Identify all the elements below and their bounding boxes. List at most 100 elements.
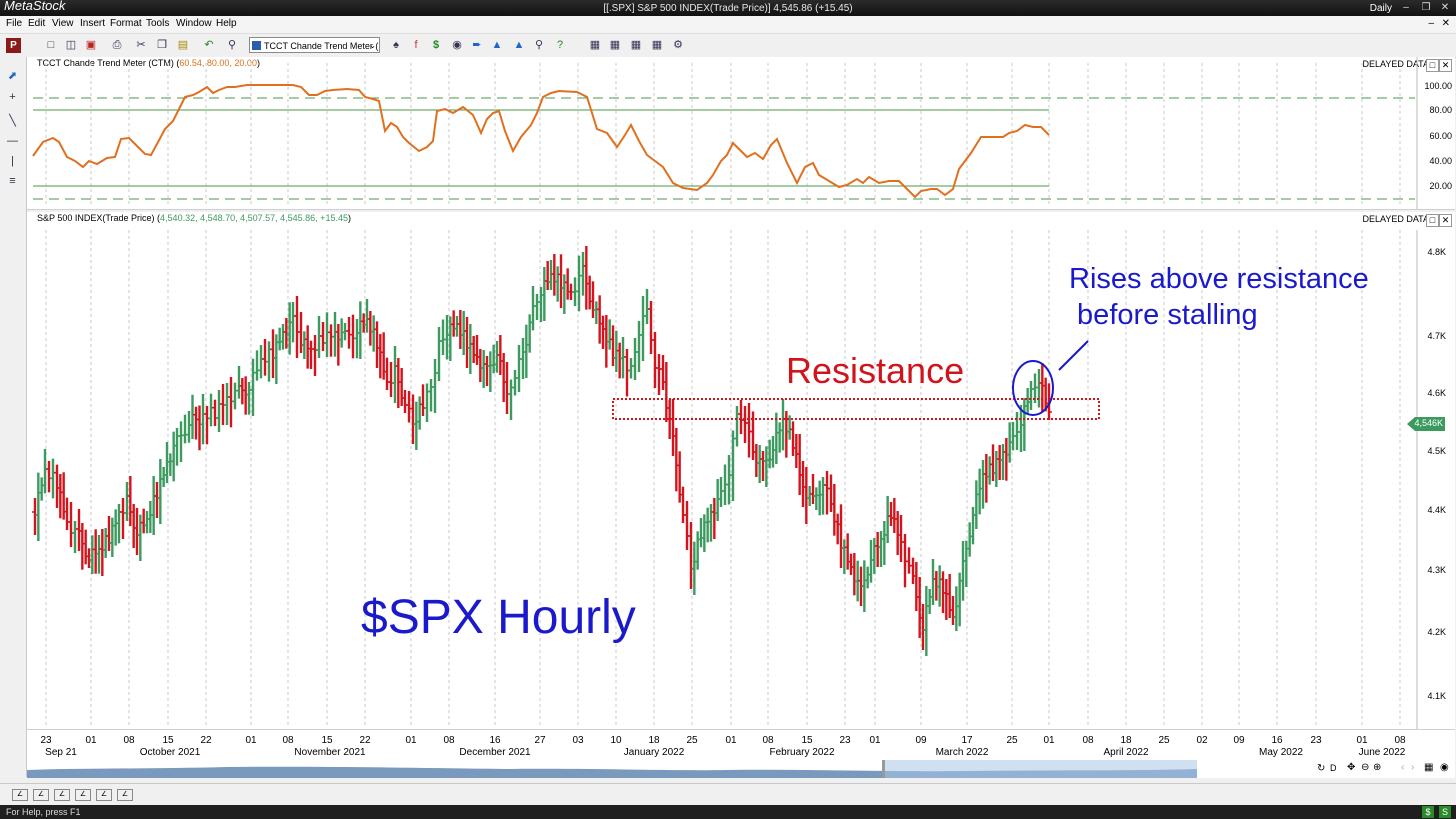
explorer-icon[interactable]: ♠ <box>389 38 403 52</box>
settings-icon[interactable]: ⚙ <box>671 38 685 52</box>
forward-icon[interactable]: ➨ <box>470 38 484 52</box>
chart-tab-4[interactable]: ∠ <box>75 789 91 801</box>
print-icon[interactable]: ⎙ <box>110 38 124 52</box>
dollar-status-icon[interactable]: $ <box>1422 806 1434 818</box>
menu-window[interactable]: Window <box>176 18 212 29</box>
price-y-label-4500: 4.5K <box>1427 446 1446 456</box>
ctm-y-label-20: 20.00 <box>1429 181 1452 191</box>
menu-help[interactable]: Help <box>216 18 237 29</box>
zoom-in-icon[interactable]: ⊕ <box>1373 762 1381 773</box>
menu-format[interactable]: Format <box>110 18 142 29</box>
ctm-y-label-100: 100.00 <box>1424 81 1452 91</box>
layout1-icon[interactable]: ▦ <box>588 38 602 52</box>
calendar-icon[interactable]: ▦ <box>1424 762 1433 773</box>
dollar-icon[interactable]: $ <box>429 38 443 52</box>
indicator-pane[interactable]: TCCT Chande Trend Meter (CTM) (60.54, 80… <box>27 57 1455 210</box>
price-y-label-4200: 4.2K <box>1427 627 1446 637</box>
paste-icon[interactable]: ▤ <box>176 38 190 52</box>
layout3-icon[interactable]: ▦ <box>629 38 643 52</box>
indicator-chart <box>32 57 1418 209</box>
x-tick-label: 09 <box>1233 735 1245 746</box>
chart-tab-5[interactable]: ∠ <box>96 789 112 801</box>
ctm-y-label-80: 80.00 <box>1429 105 1452 115</box>
periodicity-label[interactable]: Daily <box>1370 3 1392 14</box>
chart-tab-6[interactable]: ∠ <box>117 789 133 801</box>
formula-icon[interactable]: f <box>409 38 423 52</box>
palette-icon[interactable]: ◉ <box>1440 762 1449 773</box>
layout2-icon[interactable]: ▦ <box>608 38 622 52</box>
menu-bar: File Edit View Insert Format Tools Windo… <box>0 16 1456 34</box>
scroll-left-icon[interactable]: ‹ <box>1401 762 1404 773</box>
x-tick-label: 16 <box>489 735 501 746</box>
navigator-handle[interactable] <box>882 760 885 778</box>
vertical-line-icon[interactable]: | <box>5 154 20 169</box>
x-tick-label: 25 <box>1158 735 1170 746</box>
pointer-icon[interactable]: ⬈ <box>5 69 20 84</box>
hourly-annotation: $SPX Hourly <box>361 591 636 644</box>
x-tick-label: 01 <box>869 735 881 746</box>
maximize-icon[interactable]: ❐ <box>1418 1 1434 14</box>
menu-insert[interactable]: Insert <box>80 18 105 29</box>
x-tick-label: 03 <box>572 735 584 746</box>
price-y-label-4400: 4.4K <box>1427 505 1446 515</box>
chart-tab-3[interactable]: ∠ <box>54 789 70 801</box>
x-tick-label: 23 <box>1310 735 1322 746</box>
minimize-icon[interactable]: – <box>1398 1 1414 14</box>
chart-tabs-bar: ∠ ∠ ∠ ∠ ∠ ∠ <box>0 783 1456 806</box>
x-tick-label: 25 <box>686 735 698 746</box>
menu-file[interactable]: File <box>6 18 22 29</box>
crosshair-icon[interactable]: + <box>5 90 20 105</box>
zoom-out-icon[interactable]: ⊖ <box>1361 762 1369 773</box>
move-icon[interactable]: ✥ <box>1347 762 1355 773</box>
price-pane[interactable]: S&P 500 INDEX(Trade Price) (4,540.32, 4,… <box>27 212 1455 730</box>
x-month-label: June 2022 <box>1358 747 1406 758</box>
chart-tab-2[interactable]: ∠ <box>33 789 49 801</box>
app-logo-icon[interactable]: P <box>6 38 21 53</box>
close-icon[interactable]: ✕ <box>1437 1 1453 14</box>
indicator-select-value: TCCT Chande Trend Meter ( <box>264 41 379 51</box>
horizontal-line-icon[interactable]: — <box>5 134 20 149</box>
fibonacci-icon[interactable]: ≡ <box>5 174 20 189</box>
zoom-icon[interactable]: ⚲ <box>225 38 239 52</box>
period-label[interactable]: D <box>1330 763 1337 773</box>
expert-icon[interactable]: ▲ <box>490 38 504 52</box>
mdi-close-icon[interactable]: ✕ <box>1442 18 1450 29</box>
help-icon[interactable]: ? <box>553 38 567 52</box>
rises-annotation-line1: Rises above resistance <box>1069 263 1369 295</box>
copy-icon[interactable]: ❐ <box>155 38 169 52</box>
indicator-select[interactable]: TCCT Chande Trend Meter ( ⌄ <box>249 37 380 53</box>
cut-icon[interactable]: ✂ <box>134 38 148 52</box>
mdi-minimize-icon[interactable]: – <box>1428 18 1434 29</box>
x-month-label: November 2021 <box>294 747 366 758</box>
x-tick-label: 23 <box>40 735 52 746</box>
x-month-label: Sep 21 <box>45 747 77 758</box>
x-month-label: October 2021 <box>139 747 201 758</box>
layout4-icon[interactable]: ▦ <box>650 38 664 52</box>
chart-tab-1[interactable]: ∠ <box>12 789 28 801</box>
menu-edit[interactable]: Edit <box>28 18 45 29</box>
price-y-label-4700: 4.7K <box>1427 331 1446 341</box>
menu-tools[interactable]: Tools <box>146 18 169 29</box>
x-tick-label: 08 <box>1082 735 1094 746</box>
save-icon[interactable]: ▣ <box>84 38 98 52</box>
system-tester-icon[interactable]: ▲ <box>512 38 526 52</box>
new-chart-icon[interactable]: □ <box>44 38 58 52</box>
x-tick-label: 10 <box>610 735 622 746</box>
refresh-icon[interactable]: ↻ <box>1317 763 1325 774</box>
open-icon[interactable]: ◫ <box>64 38 78 52</box>
navigator-window[interactable] <box>885 760 1197 778</box>
x-tick-label: 17 <box>961 735 973 746</box>
binoculars-icon[interactable]: ◉ <box>450 38 464 52</box>
navigator-strip[interactable]: ↻ D ✥ ⊖ ⊕ ‹ › ▦ ◉ <box>27 760 1455 778</box>
indicator-icon <box>252 41 261 50</box>
connection-status-icon[interactable]: S <box>1439 806 1451 818</box>
menu-view[interactable]: View <box>52 18 74 29</box>
search-icon[interactable]: ⚲ <box>532 38 546 52</box>
scroll-right-icon[interactable]: › <box>1411 762 1414 773</box>
navigator-overview <box>27 760 1197 778</box>
x-axis: 23 01 08 15 22 01 08 15 22 01 08 16 27 03 10 18 25 01 08 15… <box>27 730 1455 760</box>
x-month-label: March 2022 <box>935 747 989 758</box>
trendline-icon[interactable]: ╲ <box>5 114 20 129</box>
undo-icon[interactable]: ↶ <box>202 38 216 52</box>
x-tick-label: 22 <box>359 735 371 746</box>
